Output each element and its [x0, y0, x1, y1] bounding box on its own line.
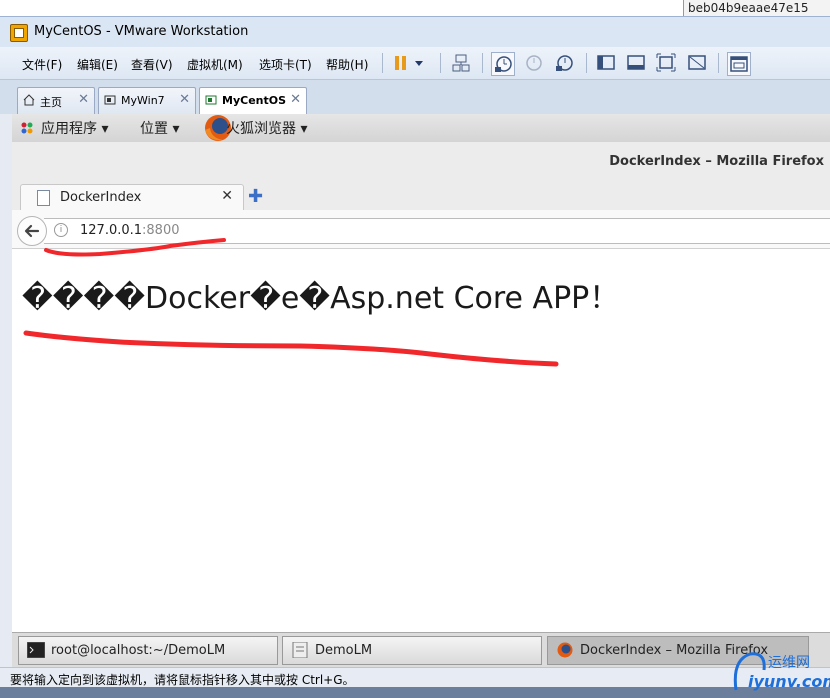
tab-mycentos-label: MyCentOS — [222, 94, 287, 107]
watermark-logo: 运维网 iyunv.com — [726, 646, 830, 698]
menu-help[interactable]: 帮助(H) — [326, 56, 368, 73]
tab-mywin7[interactable]: MyWin7 ✕ — [98, 87, 196, 114]
back-arrow-icon — [24, 224, 40, 238]
pause-icon[interactable] — [390, 52, 412, 74]
gnome-top-panel: 应用程序 ▾ 位置 ▾ 火狐浏览器 ▾ — [12, 114, 830, 143]
network-icon[interactable] — [450, 52, 472, 74]
gnome-taskbar: root@localhost:~/DemoLM DemoLM DockerInd… — [12, 632, 830, 667]
vmware-app-icon — [10, 24, 28, 42]
close-icon[interactable]: ✕ — [179, 92, 190, 107]
tab-mycentos[interactable]: MyCentOS ✕ — [199, 87, 307, 114]
tab-home-label: 主页 — [40, 96, 62, 109]
unity-icon[interactable] — [655, 52, 677, 74]
menu-vm[interactable]: 虚拟机(M) — [187, 56, 243, 73]
home-icon — [23, 94, 35, 106]
info-icon[interactable]: i — [54, 223, 68, 237]
page-heading: ����Docker�e�Asp.net Core APP！ — [22, 281, 620, 316]
stretch-icon[interactable] — [686, 52, 708, 74]
task-terminal-label: root@localhost:~/DemoLM — [51, 643, 226, 658]
menu-view[interactable]: 查看(V) — [131, 56, 173, 73]
applications-menu[interactable]: 应用程序 ▾ — [41, 118, 108, 138]
gnome-foot-icon — [21, 122, 33, 134]
library-icon[interactable] — [727, 52, 751, 76]
statusbar-text: 要将输入定向到该虚拟机，请将鼠标指针移入其中或按 Ctrl+G。 — [10, 673, 355, 687]
firefox-tab-dockerindex[interactable]: DockerIndex ✕ — [20, 184, 244, 211]
menu-toolbar: 文件(F) 编辑(E) 查看(V) 虚拟机(M) 选项卡(T) 帮助(H) — [0, 47, 830, 80]
tab-home[interactable]: 主页 ✕ — [17, 87, 95, 114]
vm-tab-strip: 主页 ✕ MyWin7 ✕ MyCentOS ✕ — [0, 80, 830, 114]
close-icon[interactable]: ✕ — [290, 92, 301, 107]
vmware-statusbar: 要将输入定向到该虚拟机，请将鼠标指针移入其中或按 Ctrl+G。 — [0, 667, 830, 688]
snapshot-icon[interactable] — [491, 52, 515, 76]
menu-file[interactable]: 文件(F) — [22, 56, 62, 73]
snapshot-manager-icon[interactable] — [553, 52, 575, 74]
page-icon — [37, 190, 50, 206]
firefox-titlebar: DockerIndex – Mozilla Firefox — [12, 142, 830, 180]
task-terminal[interactable]: root@localhost:~/DemoLM — [18, 636, 278, 665]
url-text[interactable]: 127.0.0.1:8800 — [80, 223, 180, 238]
terminal-icon — [27, 642, 45, 658]
revert-snapshot-icon[interactable] — [522, 52, 544, 74]
background-window-text: beb04b9eaae47e15 — [688, 1, 809, 15]
new-tab-plus-icon[interactable]: ✚ — [248, 186, 263, 207]
window-title: MyCentOS - VMware Workstation — [34, 24, 249, 39]
file-manager-icon — [292, 642, 308, 658]
fullscreen-icon[interactable] — [625, 52, 647, 74]
close-icon[interactable]: ✕ — [221, 188, 233, 204]
dropdown-icon[interactable] — [412, 52, 426, 74]
task-file-manager[interactable]: DemoLM — [282, 636, 542, 665]
vm-icon — [205, 95, 217, 105]
back-button[interactable] — [17, 216, 47, 246]
desktop-strip — [0, 687, 830, 698]
menu-edit[interactable]: 编辑(E) — [77, 56, 118, 73]
window-titlebar: MyCentOS - VMware Workstation — [0, 16, 830, 47]
menu-tabs[interactable]: 选项卡(T) — [259, 56, 312, 73]
url-bar[interactable]: i 127.0.0.1:8800 — [44, 218, 830, 244]
places-menu[interactable]: 位置 ▾ — [140, 118, 179, 138]
vm-frame-edge — [0, 114, 12, 667]
vm-icon — [104, 95, 116, 105]
tab-mywin7-label: MyWin7 — [121, 94, 165, 107]
task-file-manager-label: DemoLM — [315, 643, 373, 658]
firefox-tab-label: DockerIndex — [60, 190, 142, 205]
watermark-line1: 运维网 — [768, 655, 810, 671]
firefox-launcher[interactable]: 火狐浏览器 ▾ — [226, 118, 307, 138]
firefox-window-title: DockerIndex – Mozilla Firefox — [609, 154, 824, 169]
watermark-line2: iyunv.com — [748, 672, 830, 691]
firefox-icon — [557, 642, 573, 658]
close-icon[interactable]: ✕ — [78, 92, 89, 107]
console-view-icon[interactable] — [595, 52, 617, 74]
